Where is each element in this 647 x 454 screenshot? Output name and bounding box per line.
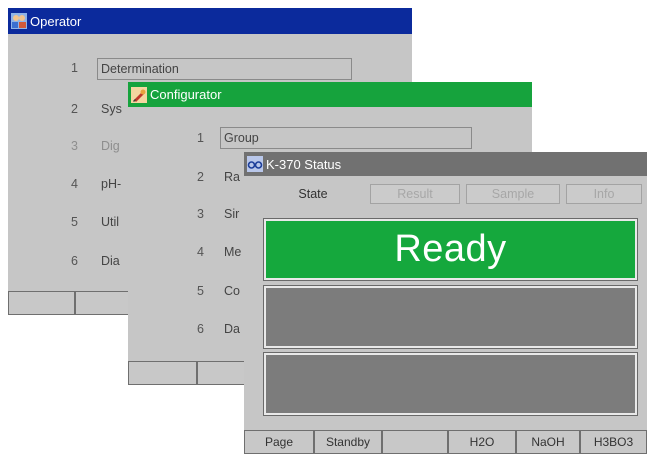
- h2o-button[interactable]: H2O: [448, 430, 516, 454]
- menu-number: 6: [197, 322, 204, 336]
- configurator-titlebar: Configurator: [128, 82, 532, 107]
- menu-number: 2: [71, 102, 78, 116]
- status-title: K-370 Status: [266, 156, 342, 172]
- menu-label: Ra: [224, 170, 240, 184]
- status-window: K-370 Status State Result Sample Info Re…: [244, 152, 647, 454]
- menu-label: Dia: [101, 254, 120, 268]
- status-panel-empty-1: [263, 285, 638, 349]
- menu-number: 5: [197, 284, 204, 298]
- tab-result[interactable]: Result: [370, 184, 460, 204]
- menu-number: 3: [197, 207, 204, 221]
- menu-number: 1: [197, 131, 204, 145]
- menu-number: 5: [71, 215, 78, 229]
- page-button[interactable]: Page: [244, 430, 314, 454]
- menu-number: 3: [71, 139, 78, 153]
- menu-label: Da: [224, 322, 240, 336]
- configurator-menu-item-1[interactable]: 1 Group: [128, 127, 532, 149]
- glasses-icon: [247, 156, 263, 172]
- menu-label: Sys: [101, 102, 122, 116]
- menu-label: pH-: [101, 177, 122, 191]
- menu-label: Sir: [224, 207, 240, 221]
- menu-label: Me: [224, 245, 242, 259]
- empty-fkey-button[interactable]: [382, 430, 448, 454]
- status-titlebar: K-370 Status: [244, 152, 647, 176]
- ready-text: Ready: [394, 228, 507, 270]
- standby-button[interactable]: Standby: [314, 430, 382, 454]
- tab-sample[interactable]: Sample: [466, 184, 560, 204]
- operator-titlebar: Operator: [8, 8, 412, 34]
- tab-state[interactable]: State: [268, 184, 358, 204]
- status-tab-bar: State Result Sample Info: [244, 176, 647, 206]
- menu-label: Group: [220, 127, 472, 149]
- operator-fkey-1[interactable]: [8, 291, 75, 315]
- operator-menu-item-1[interactable]: 1 Determination: [8, 58, 412, 80]
- menu-number: 6: [71, 254, 78, 268]
- configurator-fkey-1[interactable]: [128, 361, 197, 385]
- menu-number: 4: [71, 177, 78, 191]
- status-function-keys: Page Standby H2O NaOH H3BO3: [244, 430, 647, 454]
- h3bo3-button[interactable]: H3BO3: [580, 430, 647, 454]
- operator-icon: [11, 13, 27, 29]
- wrench-icon: [131, 86, 147, 103]
- configurator-title: Configurator: [150, 87, 222, 102]
- naoh-button[interactable]: NaOH: [516, 430, 580, 454]
- menu-label: Util: [101, 215, 120, 229]
- menu-label: Dig: [101, 139, 120, 153]
- menu-label: Determination: [97, 58, 352, 80]
- menu-label: Co: [224, 284, 240, 298]
- tab-info[interactable]: Info: [566, 184, 642, 204]
- operator-title: Operator: [30, 13, 82, 29]
- menu-number: 4: [197, 245, 204, 259]
- menu-number: 1: [71, 61, 78, 75]
- status-ready-panel: Ready: [263, 218, 638, 281]
- status-panel-empty-2: [263, 352, 638, 416]
- menu-number: 2: [197, 170, 204, 184]
